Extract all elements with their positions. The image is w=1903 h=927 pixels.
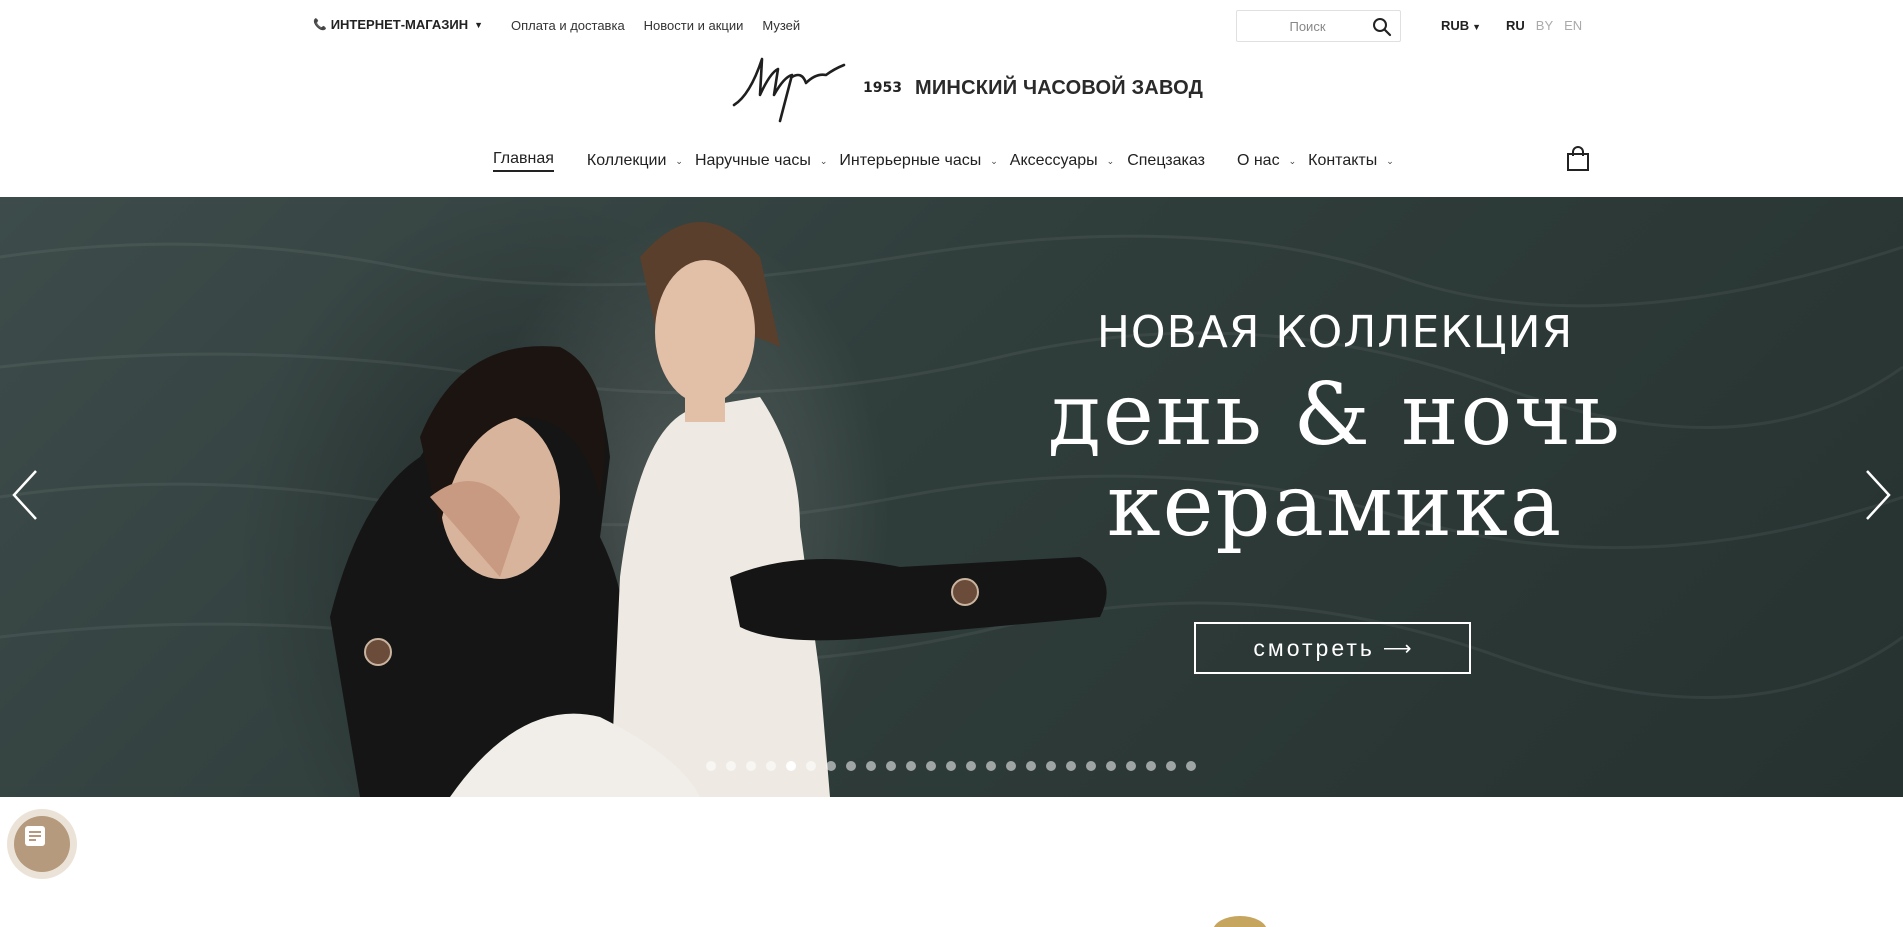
slider-dot[interactable] bbox=[1006, 761, 1016, 771]
slider-dot[interactable] bbox=[1186, 761, 1196, 771]
link-museum[interactable]: Музей bbox=[762, 18, 800, 33]
chat-button[interactable] bbox=[7, 809, 77, 879]
logo-year: 1953 bbox=[863, 80, 902, 96]
slider-dot[interactable] bbox=[986, 761, 996, 771]
top-links: Оплата и доставка Новости и акции Музей bbox=[511, 18, 800, 33]
logo-name[interactable]: МИНСКИЙ ЧАСОВОЙ ЗАВОД bbox=[915, 77, 1203, 100]
lang-en[interactable]: EN bbox=[1564, 18, 1582, 33]
main-nav: Главная Коллекции ⌄ Наручные часы ⌄ Интерь… bbox=[493, 150, 1394, 172]
slider-dot[interactable] bbox=[906, 761, 916, 771]
nav-item-collections[interactable]: Коллекции ⌄ bbox=[587, 150, 683, 172]
top-bar: 📞 ИНТЕРНЕТ-МАГАЗИН ▼ Оплата и доставка Н… bbox=[0, 0, 1903, 50]
nav-item-label: Контакты bbox=[1308, 152, 1378, 169]
chevron-down-icon: ⌄ bbox=[819, 155, 828, 166]
chat-icon bbox=[25, 826, 45, 846]
search-box bbox=[1236, 10, 1401, 42]
section-decoration bbox=[1213, 916, 1267, 927]
slider-dot[interactable] bbox=[1126, 761, 1136, 771]
slider-dot[interactable] bbox=[966, 761, 976, 771]
link-news-promotions[interactable]: Новости и акции bbox=[644, 18, 744, 33]
nav-item-label: О нас bbox=[1236, 152, 1280, 169]
phone-icon: 📞 bbox=[313, 19, 327, 31]
slider-dot[interactable] bbox=[1166, 761, 1176, 771]
nav-item-about[interactable]: О нас ⌄ bbox=[1237, 150, 1296, 172]
slider-dot[interactable] bbox=[866, 761, 876, 771]
currency-label: RUB bbox=[1441, 18, 1470, 33]
nav-item-label: Аксессуары bbox=[1009, 152, 1098, 169]
slider-dot[interactable] bbox=[746, 761, 756, 771]
chevron-down-icon: ⌄ bbox=[1106, 155, 1115, 166]
nav-item-wrist-watches[interactable]: Наручные часы ⌄ bbox=[695, 150, 827, 172]
nav-item-label: Наручные часы bbox=[694, 152, 811, 169]
link-payment-delivery[interactable]: Оплата и доставка bbox=[511, 18, 625, 33]
nav-item-interior-clocks[interactable]: Интерьерные часы ⌄ bbox=[839, 150, 997, 172]
hero-subtitle: НОВАЯ КОЛЛЕКЦИЯ bbox=[1096, 307, 1574, 358]
nav-item-label: Интерьерные часы bbox=[839, 152, 982, 169]
chevron-down-icon: ⌄ bbox=[990, 155, 998, 166]
slider-dot[interactable] bbox=[1066, 761, 1076, 771]
slider-dot[interactable] bbox=[846, 761, 856, 771]
lang-by[interactable]: BY bbox=[1536, 18, 1553, 33]
slider-dot[interactable] bbox=[706, 761, 716, 771]
slider-pagination bbox=[706, 761, 1196, 771]
slider-dot[interactable] bbox=[1046, 761, 1056, 771]
slider-dot[interactable] bbox=[1086, 761, 1096, 771]
chevron-down-icon: ⌄ bbox=[675, 155, 683, 166]
chevron-left-icon[interactable] bbox=[10, 467, 40, 523]
hero-title-line2: керамика bbox=[1106, 456, 1564, 556]
currency-selector[interactable]: RUB ▼ bbox=[1441, 18, 1481, 33]
nav-item-accessories[interactable]: Аксессуары ⌄ bbox=[1010, 150, 1114, 172]
chevron-down-icon: ⌄ bbox=[1288, 155, 1297, 166]
lang-ru[interactable]: RU bbox=[1506, 18, 1525, 33]
view-collection-button[interactable]: смотреть ⟶ bbox=[1194, 622, 1471, 674]
nav-item-home[interactable]: Главная bbox=[493, 150, 554, 172]
slider-dot[interactable] bbox=[806, 761, 816, 771]
chevron-right-icon[interactable] bbox=[1863, 467, 1893, 523]
slider-dot[interactable] bbox=[1026, 761, 1036, 771]
chevron-down-icon: ⌄ bbox=[1386, 155, 1394, 166]
slider-dot[interactable] bbox=[886, 761, 896, 771]
shopping-bag-icon[interactable] bbox=[1566, 146, 1590, 172]
online-shop-menu[interactable]: 📞 ИНТЕРНЕТ-МАГАЗИН ▼ bbox=[313, 17, 483, 32]
logo-signature[interactable] bbox=[730, 55, 848, 123]
slider-dot[interactable] bbox=[726, 761, 736, 771]
slider-dot[interactable] bbox=[1106, 761, 1116, 771]
slider-dot[interactable] bbox=[786, 761, 796, 771]
nav-item-label: Главная bbox=[493, 150, 554, 172]
nav-item-label: Коллекции bbox=[586, 152, 667, 169]
nav-item-label: Спецзаказ bbox=[1127, 152, 1205, 169]
language-switcher: RU BY EN bbox=[1506, 18, 1582, 33]
nav-item-special-order[interactable]: Спецзаказ bbox=[1127, 150, 1205, 172]
caret-down-icon: ▼ bbox=[1472, 22, 1482, 32]
slider-dot[interactable] bbox=[766, 761, 776, 771]
slider-dot[interactable] bbox=[926, 761, 936, 771]
nav-item-contacts[interactable]: Контакты ⌄ bbox=[1308, 150, 1394, 172]
hero-slider: НОВАЯ КОЛЛЕКЦИЯ день & ночь керамика смо… bbox=[0, 197, 1903, 797]
hero-title-line1: день & ночь bbox=[1048, 365, 1622, 465]
search-input[interactable] bbox=[1245, 17, 1370, 35]
caret-down-icon: ▼ bbox=[474, 19, 484, 30]
online-shop-label: ИНТЕРНЕТ-МАГАЗИН bbox=[330, 17, 469, 32]
slider-dot[interactable] bbox=[946, 761, 956, 771]
view-collection-label: смотреть bbox=[1253, 634, 1375, 661]
search-icon[interactable] bbox=[1372, 17, 1392, 37]
slider-dot[interactable] bbox=[826, 761, 836, 771]
slider-dot[interactable] bbox=[1146, 761, 1156, 771]
arrow-right-icon: ⟶ bbox=[1382, 637, 1412, 660]
